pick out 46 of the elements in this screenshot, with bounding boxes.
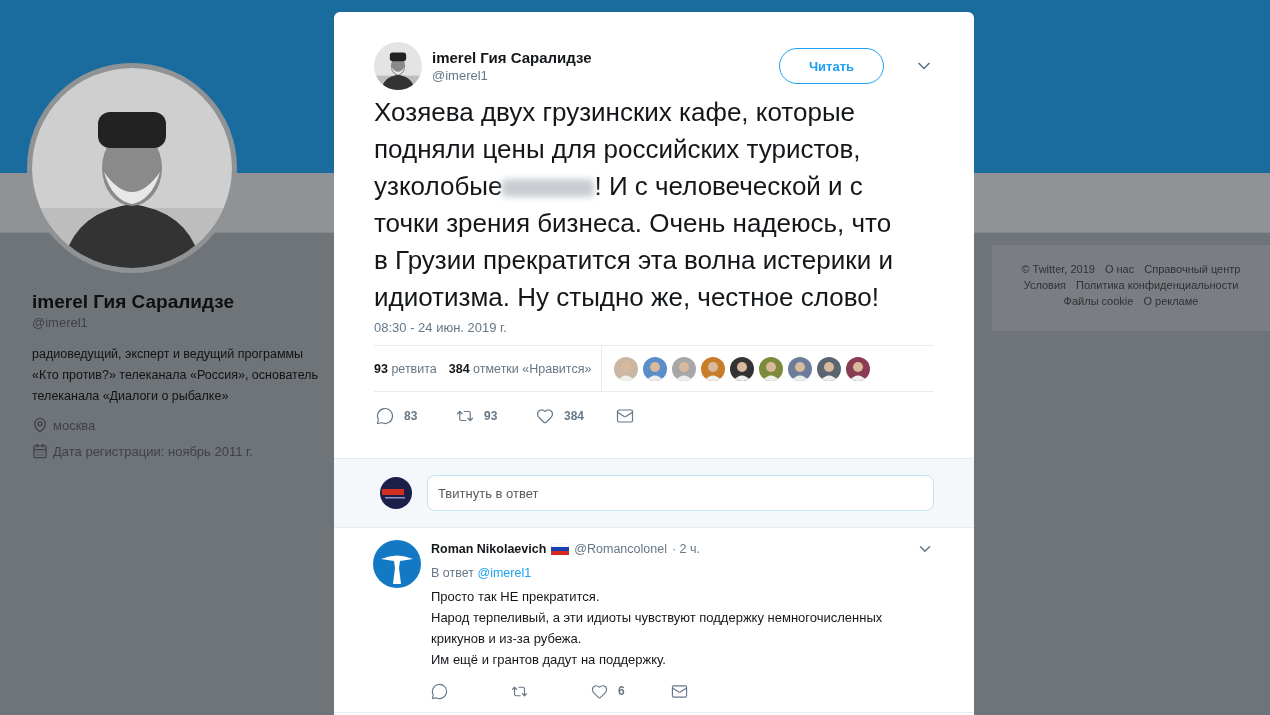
reply-author[interactable]: Roman Nikolaevich [431,542,547,556]
reply-icon [431,682,448,700]
tweet-timestamp: 08:30 - 24 июн. 2019 г. [374,320,508,335]
profile-bio: радиоведущий, эксперт и ведущий программы «Кто против?» телеканала «Россия», основатель телеканала «Диалоги о рыбалке» [32,346,319,405]
reply-text: Народ терпеливый, а эти идиоты чувствуют поддержку немногочисленных крикунов и из-за рубежа. [431,609,884,648]
like-button[interactable]: 6 [591,682,671,700]
tweet-text: Хозяева двух грузинских кафе, которые [374,96,857,129]
mail-icon [671,682,688,700]
heart-icon [536,407,554,425]
reply-text: Им ещё и грантов дадут на поддержку. [431,651,667,669]
like-stat[interactable]: 384 отметки «Нравится» [448,361,592,376]
profile-name: imerel Гия Саралидзе [32,291,236,313]
footer-link[interactable]: Условия [1023,279,1067,291]
location-icon [32,417,48,433]
calendar-icon [32,443,48,459]
author-handle: @imerel1 [432,68,489,83]
footer-link[interactable]: Справочный центр [1144,263,1241,275]
reply-handle: @Romancolonel [574,542,667,556]
tweet-text: подняли цены для российских туристов, [374,133,862,166]
like-button[interactable]: 384 [534,407,614,425]
mail-icon [616,407,634,425]
reply-time: · 2 ч. [671,542,700,556]
logo-icon [380,477,412,509]
mention-link[interactable]: @imerel1 [477,566,532,580]
footer-link[interactable]: Файлы cookie [1063,295,1134,307]
tweet-text: в Грузии прекратится эта волна истерики и [374,244,894,277]
tweet-text: узколобые [374,171,503,201]
tweet-text: ! И с человеческой и с [594,171,863,201]
reply-field[interactable]: Твитнуть в ответ [427,475,934,511]
retweet-stat[interactable]: 93 ретвита [374,361,437,376]
tweet-text: точки зрения бизнеса. Очень надеюсь, что [374,207,893,240]
footer-link[interactable]: О рекламе [1143,295,1199,307]
avatar-icon [373,540,421,588]
author-name[interactable]: imerel Гия Саралидзе [432,49,769,66]
flag-icon [551,543,570,555]
reply-text: Просто так НЕ прекратится. [431,588,601,606]
heart-icon [591,682,608,700]
footer-link[interactable]: Политика конфиденциальности [1076,279,1239,291]
reply-icon [376,407,394,425]
footer-link[interactable]: О нас [1104,263,1135,275]
follow-button[interactable]: Читать [779,48,884,84]
footer-link[interactable]: © Twitter, 2019 [1021,263,1095,275]
retweet-button[interactable]: 93 [454,407,534,425]
tweet-text: идиотизма. Ну стыдно же, честное слово! [374,281,880,314]
reply-to-label: В ответ [431,566,474,580]
reply-button[interactable]: 83 [374,407,454,425]
